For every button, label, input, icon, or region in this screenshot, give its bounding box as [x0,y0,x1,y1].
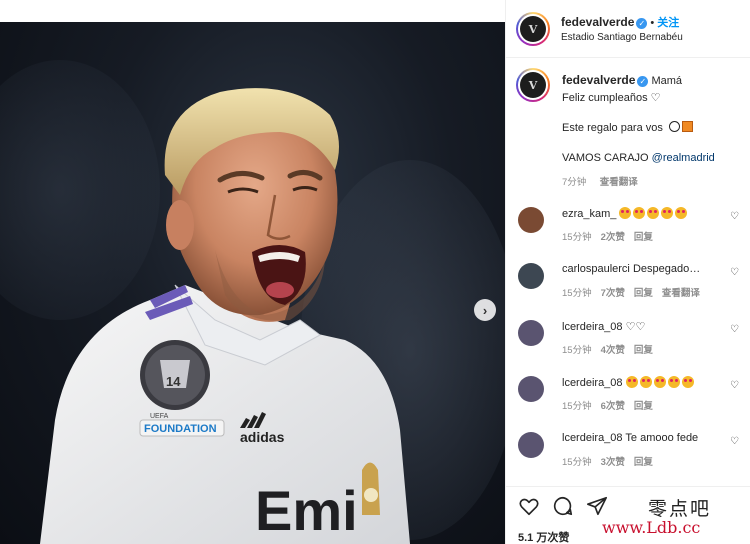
caption: fedevalverde ✓ Mamá Feliz cumpleaños ♡ Es… [562,73,742,190]
mention-link[interactable]: @realmadrid [652,152,715,164]
watermark-cn: 零点吧 [648,498,712,520]
caption-translate-link[interactable]: 查看翻译 [600,177,638,188]
verified-icon: ✓ [637,76,649,87]
reply-button[interactable]: 回复 [634,454,653,468]
star-struck-emoji-icon [639,376,652,388]
caption-line-3: Este regalo para vos [562,122,663,134]
star-struck-emoji-icon [681,376,694,388]
post-media[interactable]: adidas 14 UEFA FOUNDATION Emi › [0,0,505,544]
caption-line-4: VAMOS CARAJO [562,152,652,164]
caption-line-1: Mamá [651,75,683,87]
follow-button[interactable]: 关注 [657,17,679,29]
reply-button[interactable]: 回复 [634,342,653,356]
commenter-avatar[interactable] [518,207,544,233]
comment-item: lcerdeira_08 15分钟 6次赞 回复 ♡ [518,376,743,422]
comment-meta: 15分钟 2次赞 回复 [562,229,653,243]
star-struck-emoji-icon [667,376,680,388]
star-struck-emoji-icon [675,207,688,219]
comment-body: ezra_kam_ [562,207,722,220]
commenter-username[interactable]: lcerdeira_08 [562,377,623,389]
avatar-initial: V [520,16,546,42]
comment-body: lcerdeira_08 Te amooo fede [562,432,722,444]
commenter-avatar[interactable] [518,320,544,346]
soccer-ball-icon [668,121,680,132]
comment-heart-icon[interactable]: ♡ [730,267,739,278]
site-watermark: 零点吧 www.Ldb.cc [598,492,748,542]
gift-icon [681,121,693,132]
comment-heart-icon[interactable]: ♡ [730,436,739,447]
comment-meta: 15分钟 3次赞 回复 [562,454,653,468]
ucl-badge-icon: 14 [140,340,210,410]
comment-body: carlospaulerci Despegado… [562,263,722,275]
comment-like-count[interactable]: 4次赞 [601,342,625,356]
comment-meta: 15分钟 7次赞 回复 查看翻译 [562,285,700,299]
commenter-avatar[interactable] [518,263,544,289]
comment-icon[interactable] [552,495,574,517]
next-arrow-icon[interactable]: › [474,299,496,321]
caption-line-2: Feliz cumpleaños ♡ [562,92,661,104]
sponsor-text: adidas [240,429,285,445]
commenter-username[interactable]: lcerdeira_08 [562,432,623,444]
caption-username[interactable]: fedevalverde [562,73,635,87]
post-location[interactable]: Estadio Santiago Bernabéu [561,32,683,43]
comment-like-count[interactable]: 6次赞 [601,398,625,412]
commenter-username[interactable]: lcerdeira_08 [562,321,623,333]
avatar-initial: V [520,72,546,98]
verified-icon: ✓ [636,18,648,29]
comment-time: 15分钟 [562,232,592,243]
comment-translate-link[interactable]: 查看翻译 [662,285,700,299]
caption-avatar[interactable]: V [516,68,550,102]
badge-number: 14 [166,374,181,389]
reply-button[interactable]: 回复 [634,229,653,243]
comment-heart-icon[interactable]: ♡ [730,324,739,335]
comment-meta: 15分钟 4次赞 回复 [562,342,653,356]
star-struck-emoji-icon [633,207,646,219]
comment-time: 15分钟 [562,401,592,412]
comment-item: carlospaulerci Despegado… 15分钟 7次赞 回复 查看翻译 ♡ [518,263,743,309]
comment-text: Despegado… [632,263,701,275]
author-username[interactable]: fedevalverde [561,15,634,29]
foundation-text: FOUNDATION [144,423,217,435]
star-struck-emoji-icon [619,207,632,219]
author-avatar[interactable]: V [516,12,550,46]
star-struck-emoji-icon [647,207,660,219]
heart-icon[interactable] [518,495,540,517]
player-photo: adidas 14 UEFA FOUNDATION Emi [40,88,410,544]
post-sidebar: V fedevalverde ✓ • 关注 Estadio Santiago Bern… [505,0,750,544]
comment-text: ♡♡ [625,321,646,333]
watermark-url: www.Ldb.cc [602,518,701,537]
commenter-username[interactable]: carlospaulerci [562,263,630,275]
uefa-text: UEFA [150,413,169,420]
comment-heart-icon[interactable]: ♡ [730,380,739,391]
commenter-avatar[interactable] [518,376,544,402]
commenter-avatar[interactable] [518,432,544,458]
comment-text: Te amooo fede [625,432,699,444]
comment-item: lcerdeira_08 ♡♡ 15分钟 4次赞 回复 ♡ [518,320,743,366]
jersey-sponsor: Emi [255,479,358,542]
star-struck-emoji-icon [625,376,638,388]
comment-meta: 15分钟 6次赞 回复 [562,398,653,412]
star-struck-emoji-icon [653,376,666,388]
reply-button[interactable]: 回复 [634,398,653,412]
star-struck-emoji-icon [661,207,674,219]
comment-like-count[interactable]: 7次赞 [601,285,625,299]
like-count[interactable]: 5.1 万次赞 [518,529,569,544]
comment-heart-icon[interactable]: ♡ [730,211,739,222]
comment-body: lcerdeira_08 [562,376,722,389]
caption-time: 7分钟 [562,177,587,188]
real-madrid-crest-icon [362,462,380,515]
commenter-username[interactable]: ezra_kam_ [562,208,616,220]
comment-time: 15分钟 [562,457,592,468]
comment-like-count[interactable]: 2次赞 [601,229,625,243]
comment-time: 15分钟 [562,345,592,356]
post-header: V fedevalverde ✓ • 关注 Estadio Santiago Bern… [506,0,750,58]
comment-body: lcerdeira_08 ♡♡ [562,320,722,333]
reply-button[interactable]: 回复 [634,285,653,299]
comment-item: ezra_kam_ 15分钟 2次赞 回复 ♡ [518,207,743,253]
comment-like-count[interactable]: 3次赞 [601,454,625,468]
separator-dot: • [650,17,655,29]
comment-time: 15分钟 [562,288,592,299]
comment-item: lcerdeira_08 Te amooo fede 15分钟 3次赞 回复 ♡ [518,432,743,478]
